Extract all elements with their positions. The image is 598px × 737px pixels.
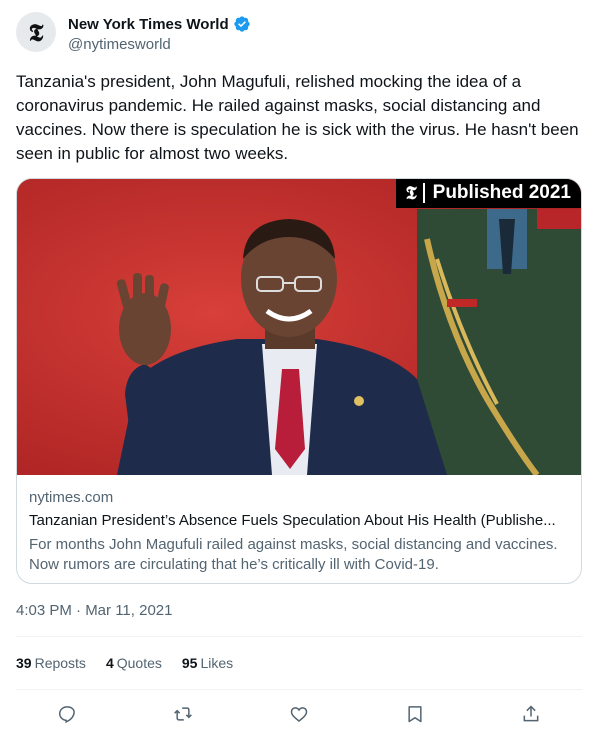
handle[interactable]: @nytimesworld (68, 36, 251, 53)
divider (16, 689, 582, 690)
quotes-stat[interactable]: 4 Quotes (106, 655, 162, 671)
published-label: Published 2021 (432, 182, 571, 203)
heart-icon (290, 707, 308, 723)
account-names: New York Times World @nytimesworld (68, 14, 251, 53)
tweet-header: 𝕿 New York Times World @nytimesworld (16, 12, 582, 56)
nyt-logo-icon: 𝕿 (405, 182, 417, 204)
display-name[interactable]: New York Times World (68, 16, 229, 33)
quotes-count: 4 (105, 655, 114, 671)
badge-divider (422, 183, 425, 203)
tweet: 𝕿 New York Times World @nytimesworld Tan… (0, 0, 598, 737)
reposts-count: 39 (16, 655, 32, 671)
bookmark-button[interactable] (404, 703, 426, 725)
likes-count: 95 (181, 655, 198, 671)
tweet-timestamp[interactable]: 4:03 PM · Mar 11, 2021 (16, 602, 172, 619)
reply-button[interactable] (56, 703, 78, 725)
card-domain: nytimes.com (29, 489, 114, 506)
engagement-stats: 39 Reposts 4 Quotes 95 Likes (16, 655, 253, 671)
reposts-stat[interactable]: 39 Reposts (16, 655, 86, 671)
card-description: For months John Magufuli railed against … (29, 536, 558, 573)
link-card[interactable]: 𝕿 Published 2021 nytimes.com Tanzanian P… (16, 178, 582, 584)
share-button[interactable] (520, 703, 542, 725)
verified-badge-icon (233, 16, 250, 32)
published-badge: 𝕿 Published 2021 (395, 179, 581, 208)
divider (16, 636, 582, 637)
bookmark-icon (408, 706, 422, 723)
action-bar (16, 700, 582, 728)
repost-icon (174, 707, 192, 721)
card-photo (17, 179, 581, 475)
likes-label: Likes (200, 655, 234, 671)
card-title: Tanzanian President’s Absence Fuels Spec… (29, 512, 556, 529)
reposts-label: Reposts (34, 655, 86, 671)
like-button[interactable] (288, 703, 310, 725)
card-image[interactable]: 𝕿 Published 2021 (17, 179, 581, 475)
share-icon (523, 705, 539, 722)
tweet-text: Tanzania's president, John Magufuli, rel… (16, 72, 579, 163)
likes-stat[interactable]: 95 Likes (182, 655, 233, 671)
repost-button[interactable] (172, 703, 194, 725)
quotes-label: Quotes (116, 655, 162, 671)
reply-icon (58, 706, 75, 724)
avatar[interactable]: 𝕿 (16, 12, 56, 52)
